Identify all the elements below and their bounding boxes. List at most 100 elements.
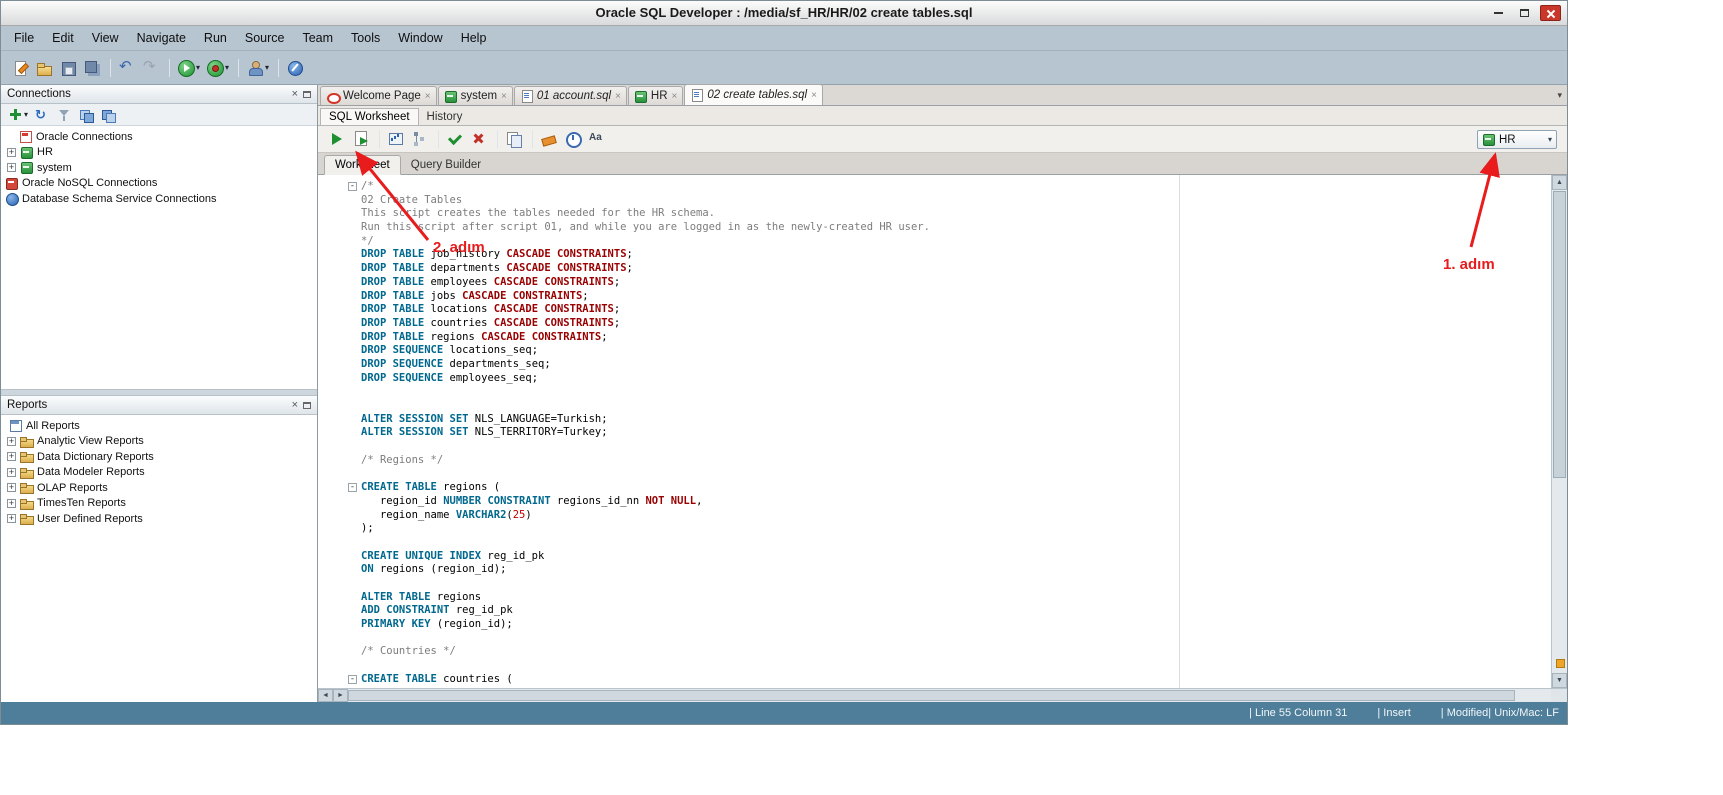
menu-window[interactable]: Window	[389, 29, 451, 47]
close-icon[interactable]: ×	[425, 91, 431, 102]
menu-edit[interactable]: Edit	[43, 29, 83, 47]
tree-item-hr[interactable]: +HR	[1, 145, 317, 161]
code-line[interactable]: */	[318, 235, 1551, 249]
vscroll-thumb[interactable]	[1553, 191, 1566, 478]
rollback-icon[interactable]	[468, 129, 490, 149]
close-panel-icon[interactable]: ×	[292, 89, 298, 100]
tree-item-analytic-view-reports[interactable]: +Analytic View Reports	[1, 434, 317, 450]
expand-icon[interactable]: +	[7, 437, 16, 446]
menu-run[interactable]: Run	[195, 29, 236, 47]
float-panel-icon[interactable]	[303, 402, 311, 409]
code-line[interactable]	[318, 659, 1551, 673]
unshared-worksheet-icon[interactable]	[503, 129, 525, 149]
tree-item-oracle-nosql-connections[interactable]: Oracle NoSQL Connections	[1, 176, 317, 192]
code-line[interactable]	[318, 399, 1551, 413]
code-line[interactable]: DROP TABLE employees CASCADE CONSTRAINTS…	[318, 276, 1551, 290]
tree-item-timesten-reports[interactable]: +TimesTen Reports	[1, 496, 317, 512]
expand-icon[interactable]: +	[7, 452, 16, 461]
clear-icon[interactable]	[538, 129, 560, 149]
code-line[interactable]: ALTER SESSION SET NLS_LANGUAGE=Turkish;	[318, 413, 1551, 427]
code-line[interactable]: /* Regions */	[318, 454, 1551, 468]
redo-icon[interactable]	[140, 58, 162, 78]
code-line[interactable]: ALTER SESSION SET NLS_TERRITORY=Turkey;	[318, 426, 1551, 440]
connection-import-icon[interactable]	[76, 106, 96, 124]
autotrace-icon[interactable]	[385, 129, 407, 149]
tab-welcome-page[interactable]: Welcome Page×	[320, 86, 437, 105]
scroll-up-icon[interactable]: ▲	[1552, 175, 1567, 190]
menu-source[interactable]: Source	[236, 29, 294, 47]
code-line[interactable]: Run this script after script 01, and whi…	[318, 221, 1551, 235]
menu-view[interactable]: View	[83, 29, 128, 47]
code-line[interactable]	[318, 467, 1551, 481]
compass-icon[interactable]	[284, 58, 306, 78]
tree-item-olap-reports[interactable]: +OLAP Reports	[1, 480, 317, 496]
panel-splitter[interactable]	[1, 389, 317, 396]
tab-system[interactable]: system×	[438, 86, 513, 105]
scroll-down-icon[interactable]: ▼	[1552, 673, 1567, 688]
tab-list-icon[interactable]: ▾	[1557, 90, 1562, 101]
commit-icon[interactable]	[444, 129, 466, 149]
code-line[interactable]: DROP TABLE regions CASCADE CONSTRAINTS;	[318, 331, 1551, 345]
minimize-button[interactable]	[1488, 5, 1509, 21]
code-line[interactable]: -/*	[318, 180, 1551, 194]
code-line[interactable]: DROP TABLE jobs CASCADE CONSTRAINTS;	[318, 290, 1551, 304]
run-script-icon[interactable]	[350, 129, 372, 149]
horizontal-scrollbar[interactable]: ◄ ►	[318, 688, 1567, 702]
float-panel-icon[interactable]	[303, 91, 311, 98]
chevron-down-icon[interactable]: ▾	[225, 63, 229, 72]
tree-item-all-reports[interactable]: All Reports	[1, 418, 317, 434]
code-line[interactable]: /* Countries */	[318, 645, 1551, 659]
close-icon[interactable]: ×	[501, 91, 507, 102]
chevron-down-icon[interactable]: ▾	[24, 110, 28, 119]
tab-worksheet[interactable]: Worksheet	[324, 155, 401, 175]
code-line[interactable]: DROP SEQUENCE locations_seq;	[318, 344, 1551, 358]
code-line[interactable]: ALTER TABLE regions	[318, 591, 1551, 605]
expand-icon[interactable]: +	[7, 163, 16, 172]
scroll-right-icon[interactable]: ►	[333, 689, 348, 702]
chevron-down-icon[interactable]: ▾	[196, 63, 200, 72]
scroll-left-icon[interactable]: ◄	[318, 689, 333, 702]
tab-history[interactable]: History	[419, 109, 471, 125]
sql-editor[interactable]: -/*02 Create TablesThis script creates t…	[318, 175, 1551, 688]
code-line[interactable]	[318, 577, 1551, 591]
code-line[interactable]	[318, 385, 1551, 399]
menu-team[interactable]: Team	[293, 29, 342, 47]
code-line[interactable]: DROP SEQUENCE employees_seq;	[318, 372, 1551, 386]
run-icon[interactable]: ▾	[175, 58, 202, 78]
code-line[interactable]: ON regions (region_id);	[318, 563, 1551, 577]
undo-icon[interactable]	[116, 58, 138, 78]
chevron-down-icon[interactable]: ▾	[1548, 135, 1552, 144]
menu-tools[interactable]: Tools	[342, 29, 389, 47]
code-line[interactable]: DROP TABLE locations CASCADE CONSTRAINTS…	[318, 303, 1551, 317]
code-line[interactable]: );	[318, 522, 1551, 536]
filter-icon[interactable]	[54, 106, 74, 124]
code-line[interactable]: DROP TABLE departments CASCADE CONSTRAIN…	[318, 262, 1551, 276]
close-button[interactable]	[1540, 5, 1561, 21]
maximize-button[interactable]	[1514, 5, 1535, 21]
fold-icon[interactable]: -	[348, 483, 357, 492]
tab-02-create-tables-sql[interactable]: 02 create tables.sql×	[684, 84, 823, 105]
code-line[interactable]: region_id NUMBER CONSTRAINT regions_id_n…	[318, 495, 1551, 509]
tree-item-system[interactable]: +system	[1, 160, 317, 176]
code-line[interactable]: region_name VARCHAR2(25)	[318, 509, 1551, 523]
close-icon[interactable]: ×	[811, 90, 817, 101]
save-icon[interactable]	[57, 58, 79, 78]
code-line[interactable]: -CREATE TABLE regions (	[318, 481, 1551, 495]
tab-query-builder[interactable]: Query Builder	[401, 156, 491, 174]
chevron-down-icon[interactable]: ▾	[265, 63, 269, 72]
fold-icon[interactable]: -	[348, 675, 357, 684]
code-line[interactable]	[318, 440, 1551, 454]
code-line[interactable]: ADD CONSTRAINT reg_id_pk	[318, 604, 1551, 618]
tree-item-user-defined-reports[interactable]: +User Defined Reports	[1, 511, 317, 527]
debug-icon[interactable]: ▾	[204, 58, 231, 78]
close-panel-icon[interactable]: ×	[292, 400, 298, 411]
tree-item-data-modeler-reports[interactable]: +Data Modeler Reports	[1, 465, 317, 481]
add-connection-icon[interactable]: ▾	[5, 106, 30, 124]
close-icon[interactable]: ×	[672, 91, 678, 102]
expand-icon[interactable]: +	[7, 468, 16, 477]
code-line[interactable]: DROP TABLE countries CASCADE CONSTRAINTS…	[318, 317, 1551, 331]
tab-hr[interactable]: HR×	[628, 86, 683, 105]
explain-plan-icon[interactable]	[409, 129, 431, 149]
code-line[interactable]: 02 Create Tables	[318, 194, 1551, 208]
connection-selector[interactable]: HR ▾	[1477, 130, 1557, 149]
